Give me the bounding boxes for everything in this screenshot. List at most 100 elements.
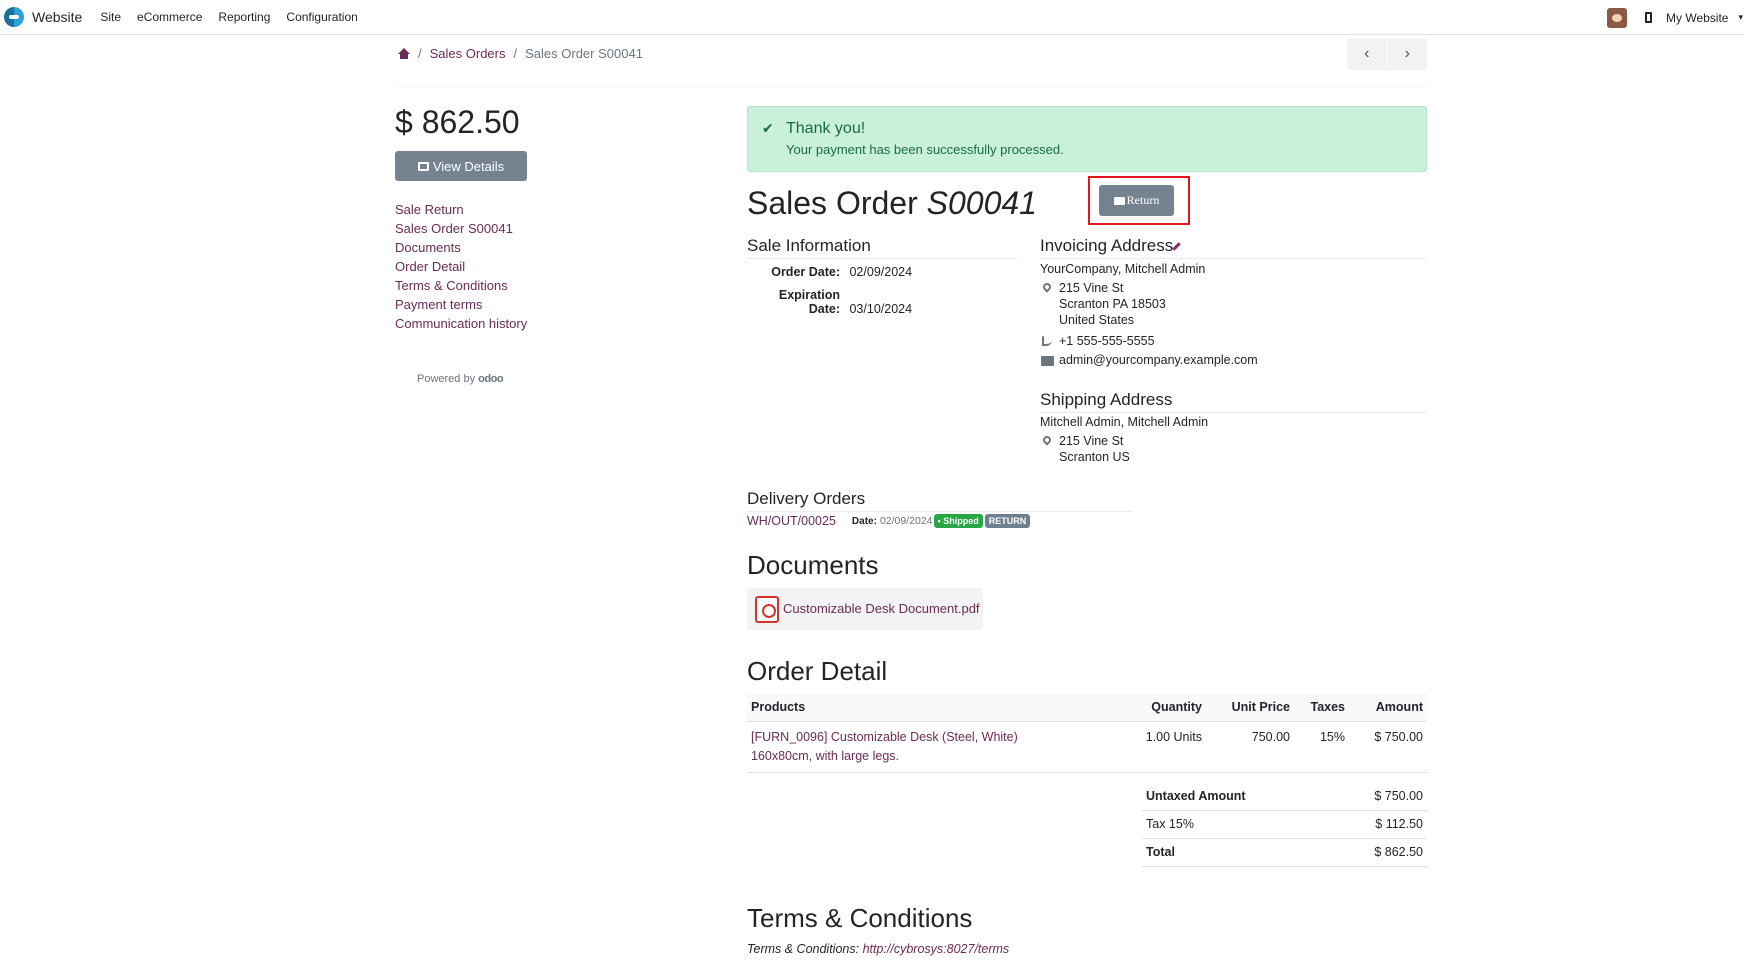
column-products: Products bbox=[747, 694, 1116, 722]
payment-success-alert: ✔ Thank you! Your payment has been succe… bbox=[747, 106, 1427, 172]
total-label: Total bbox=[1142, 838, 1329, 867]
toc-sale-return[interactable]: Sale Return bbox=[395, 202, 464, 217]
breadcrumb: / Sales Orders / Sales Order S00041 bbox=[398, 46, 643, 61]
phone-icon bbox=[1042, 336, 1052, 346]
expiration-date-value: 03/10/2024 bbox=[849, 302, 913, 316]
expiration-date-row: Expiration Date: 03/10/2024 bbox=[747, 288, 912, 316]
sale-info-heading: Sale Information bbox=[747, 236, 871, 255]
caret-down-icon[interactable]: ▾ bbox=[1738, 12, 1743, 23]
amount-cell: $ 750.00 bbox=[1349, 721, 1427, 773]
invoicing-heading: Invoicing Address bbox=[1040, 236, 1173, 256]
column-taxes: Taxes bbox=[1294, 694, 1349, 722]
totals-table: Untaxed Amount $ 750.00 Tax 15% $ 112.50… bbox=[1142, 782, 1427, 867]
edit-pencil-icon[interactable] bbox=[1172, 242, 1181, 251]
toc-sales-order[interactable]: Sales Order S00041 bbox=[395, 221, 513, 236]
map-marker-icon bbox=[1043, 436, 1051, 446]
powered-by-text: Powered by bbox=[417, 373, 476, 385]
menu-configuration[interactable]: Configuration bbox=[286, 10, 357, 24]
delivery-reference-link[interactable]: WH/OUT/00025 bbox=[747, 514, 836, 528]
invoicing-phone: +1 555-555-5555 bbox=[1059, 334, 1155, 348]
table-of-contents: Sale Return Sales Order S00041 Documents… bbox=[395, 202, 527, 335]
divider bbox=[747, 258, 1017, 259]
toc-order-detail[interactable]: Order Detail bbox=[395, 259, 465, 274]
menu-reporting[interactable]: Reporting bbox=[218, 10, 270, 24]
shipped-badge: ▪ Shipped bbox=[933, 514, 983, 528]
invoicing-heading-text: Invoicing Address bbox=[1040, 236, 1174, 255]
divider bbox=[1040, 412, 1427, 413]
navbar-right: My Website ▾ bbox=[1607, 0, 1745, 35]
record-pager: ‹ › bbox=[1347, 38, 1427, 70]
breadcrumb-sales-orders[interactable]: Sales Orders bbox=[430, 46, 506, 61]
breadcrumb-separator: / bbox=[418, 46, 422, 61]
unit-price-cell: 750.00 bbox=[1206, 721, 1294, 773]
document-card[interactable]: Customizable Desk Document.pdf bbox=[747, 588, 983, 630]
map-marker-icon bbox=[1043, 283, 1051, 293]
odoo-logo[interactable]: odoo bbox=[478, 373, 503, 385]
breadcrumb-separator: / bbox=[513, 46, 518, 61]
menu-site[interactable]: Site bbox=[100, 10, 121, 24]
order-detail-heading: Order Detail bbox=[747, 656, 888, 686]
alert-message: Your payment has been successfully proce… bbox=[786, 142, 1064, 157]
documents-heading: Documents bbox=[747, 550, 879, 580]
menu-ecommerce[interactable]: eCommerce bbox=[137, 10, 202, 24]
delivery-heading: Delivery Orders bbox=[747, 489, 866, 508]
shipping-name: Mitchell Admin, Mitchell Admin bbox=[1040, 415, 1209, 429]
terms-line: Terms & Conditions: http://cybrosys:8027… bbox=[747, 942, 1009, 956]
toc-communication-history[interactable]: Communication history bbox=[395, 316, 527, 331]
invoicing-country: United States bbox=[1059, 313, 1135, 327]
check-icon: ✔ bbox=[762, 120, 774, 136]
toc-payment-terms[interactable]: Payment terms bbox=[395, 297, 482, 312]
top-navbar: Website Site eCommerce Reporting Configu… bbox=[0, 0, 1745, 35]
invoicing-email: admin@yourcompany.example.com bbox=[1059, 353, 1258, 367]
order-date-value: 02/09/2024 bbox=[849, 265, 913, 279]
divider bbox=[395, 86, 1427, 87]
mobile-preview-icon[interactable] bbox=[1645, 12, 1652, 23]
divider bbox=[1040, 258, 1427, 259]
delivery-date: 02/09/2024 bbox=[879, 515, 933, 527]
tax-value: $ 112.50 bbox=[1328, 810, 1427, 839]
truck-icon: ▪ bbox=[937, 516, 941, 526]
next-record-button[interactable]: › bbox=[1388, 38, 1428, 70]
toc-terms[interactable]: Terms & Conditions bbox=[395, 278, 508, 293]
product-link[interactable]: [FURN_0096] Customizable Desk (Steel, Wh… bbox=[751, 728, 1112, 747]
document-link[interactable]: Customizable Desk Document.pdf bbox=[783, 601, 980, 616]
column-amount: Amount bbox=[1349, 694, 1427, 722]
title-prefix: Sales Order bbox=[747, 185, 918, 221]
home-icon[interactable] bbox=[398, 48, 410, 59]
total-value: $ 862.50 bbox=[1328, 838, 1427, 867]
product-cell: [FURN_0096] Customizable Desk (Steel, Wh… bbox=[747, 721, 1116, 773]
order-lines-table: Products Quantity Unit Price Taxes Amoun… bbox=[747, 694, 1427, 773]
divider bbox=[747, 511, 1132, 512]
taxes-cell: 15% bbox=[1294, 721, 1349, 773]
expiration-date-label: Expiration Date: bbox=[778, 288, 840, 316]
previous-record-button[interactable]: ‹ bbox=[1347, 38, 1388, 70]
column-quantity: Quantity bbox=[1116, 694, 1206, 722]
pdf-file-icon bbox=[755, 596, 779, 623]
view-details-button[interactable]: View Details bbox=[395, 151, 527, 181]
return-label: Return bbox=[1126, 193, 1160, 207]
shipped-badge-label: Shipped bbox=[943, 516, 979, 526]
return-button[interactable]: Return bbox=[1099, 185, 1174, 216]
return-badge: RETURN bbox=[984, 514, 1031, 528]
delivery-date-label: Date: bbox=[851, 515, 877, 527]
order-date-label: Order Date: bbox=[771, 265, 840, 279]
tax-label: Tax 15% bbox=[1142, 810, 1329, 839]
website-app-icon[interactable] bbox=[4, 7, 24, 27]
order-number: S00041 bbox=[926, 185, 1037, 221]
terms-heading: Terms & Conditions bbox=[747, 903, 973, 933]
column-unit-price: Unit Price bbox=[1206, 694, 1294, 722]
user-avatar[interactable] bbox=[1607, 7, 1627, 28]
app-name[interactable]: Website bbox=[32, 9, 82, 25]
table-row: [FURN_0096] Customizable Desk (Steel, Wh… bbox=[747, 721, 1427, 773]
terms-link[interactable]: http://cybrosys:8027/terms bbox=[863, 942, 1010, 956]
delivery-row: WH/OUT/00025 Date: 02/09/2024 ▪ Shipped … bbox=[747, 514, 1031, 528]
powered-by: Powered by odoo bbox=[417, 373, 504, 385]
alert-title: Thank you! bbox=[786, 120, 866, 137]
toc-documents[interactable]: Documents bbox=[395, 240, 461, 255]
invoicing-street: 215 Vine St bbox=[1059, 281, 1124, 295]
envelope-icon bbox=[1041, 356, 1054, 366]
page-title: Sales Order S00041 bbox=[747, 185, 1037, 222]
website-switcher[interactable]: My Website bbox=[1666, 11, 1728, 25]
shipping-city: Scranton US bbox=[1059, 450, 1130, 464]
shipping-heading: Shipping Address bbox=[1040, 390, 1173, 409]
